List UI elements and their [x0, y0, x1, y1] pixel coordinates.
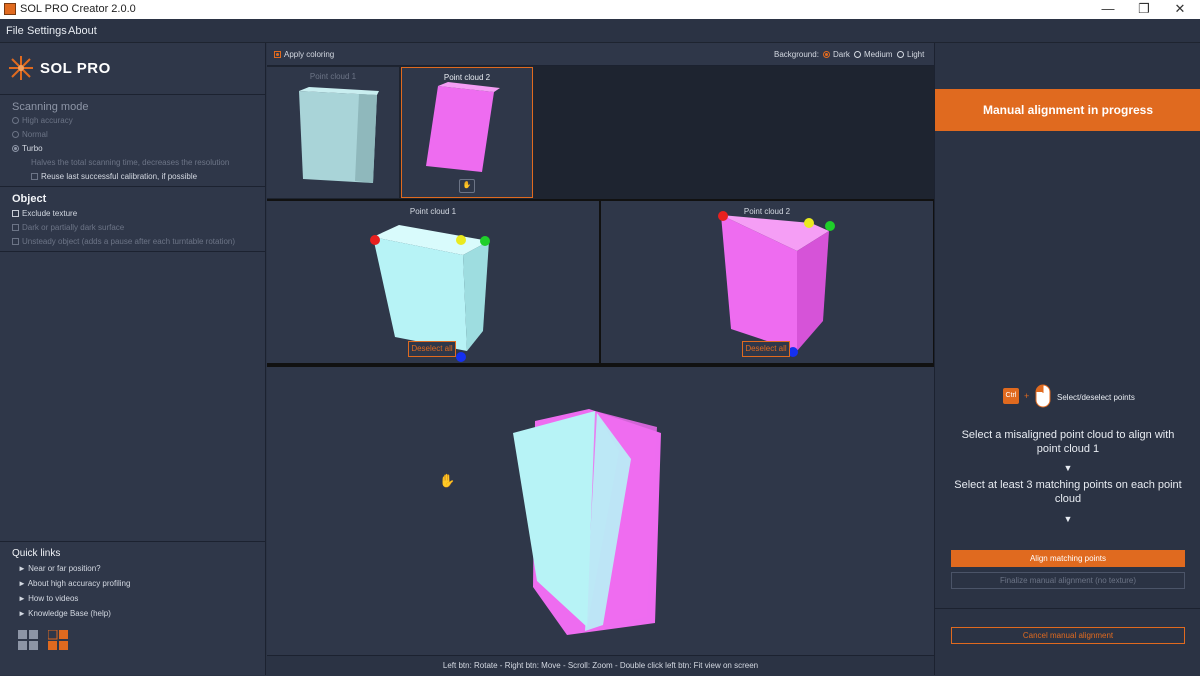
quick-link[interactable]: ► Knowledge Base (help) [18, 609, 111, 618]
background-medium-radio[interactable]: Medium [854, 50, 892, 59]
point-cloud-1-thumb-image [299, 87, 379, 183]
checkbox-icon [12, 210, 19, 217]
arrow-down-icon: ▼ [1063, 514, 1073, 524]
instruction-select-points: Select at least 3 matching points on eac… [954, 479, 1182, 505]
main-3d-view[interactable]: ✋ [267, 365, 934, 655]
view-controls: Apply coloring Background: Dark Medium L… [267, 43, 934, 66]
quick-link[interactable]: ► Near or far position? [18, 564, 101, 573]
status-hint: Left btn: Rotate - Right btn: Move - Scr… [267, 655, 934, 675]
menu-about[interactable]: About [68, 25, 97, 37]
split-layout-icon[interactable] [48, 630, 68, 650]
high-accuracy-radio[interactable]: High accuracy [12, 116, 73, 125]
sun-logo-icon [9, 56, 33, 80]
align-matching-points-button[interactable]: Align matching points [951, 550, 1185, 567]
menu-bar: File Settings About [0, 19, 1200, 43]
checkbox-icon [31, 173, 38, 180]
background-label: Background: [774, 50, 819, 59]
plus-symbol: + [1024, 391, 1030, 401]
alignment-banner: Manual alignment in progress [935, 89, 1200, 131]
checkbox-checked-icon [274, 51, 281, 58]
radio-icon [12, 117, 19, 124]
window-title: SOL PRO Creator 2.0.0 [20, 3, 136, 15]
reuse-calibration-checkbox[interactable]: Reuse last successful calibration, if po… [31, 172, 197, 181]
quick-link[interactable]: ► About high accuracy profiling [18, 579, 130, 588]
title-bar: SOL PRO Creator 2.0.0 — ❐ ✕ [0, 0, 1200, 19]
cancel-alignment-button[interactable]: Cancel manual alignment [951, 627, 1185, 644]
object-title: Object [12, 193, 47, 205]
reuse-calibration-label: Reuse last successful calibration, if po… [41, 172, 198, 181]
minimize-button[interactable]: — [1090, 0, 1126, 19]
normal-radio[interactable]: Normal [12, 130, 48, 139]
maximize-button[interactable]: ❐ [1126, 0, 1162, 19]
radio-selected-icon [823, 51, 830, 58]
medium-label: Medium [864, 50, 893, 59]
menu-file[interactable]: File [6, 25, 24, 37]
quick-link[interactable]: ► How to videos [18, 594, 78, 603]
turbo-description: Halves the total scanning time, decrease… [31, 158, 230, 167]
quick-links-title: Quick links [12, 548, 61, 559]
background-dark-radio[interactable]: Dark [823, 50, 850, 59]
point-cloud-1-render [370, 225, 490, 362]
instruction-select-cloud: Select a misaligned point cloud to align… [961, 429, 1175, 455]
exclude-texture-label: Exclude texture [22, 209, 78, 218]
hand-cursor-icon: ✋ [439, 473, 456, 488]
dark-surface-label: Dark or partially dark surface [22, 223, 125, 232]
view-point-cloud-1[interactable]: Point cloud 1 Deselect all [267, 201, 599, 363]
exclude-texture-checkbox[interactable]: Exclude texture [12, 209, 77, 218]
light-label: Light [907, 50, 925, 59]
viewer-area: Apply coloring Background: Dark Medium L… [267, 43, 934, 675]
high-accuracy-label: High accuracy [22, 116, 73, 125]
radio-selected-icon [12, 145, 19, 152]
deselect-all-button-1[interactable]: Deselect all [408, 341, 456, 357]
thumbnail-point-cloud-1[interactable]: Point cloud 1 [267, 67, 399, 198]
dark-label: Dark [833, 50, 850, 59]
logo-text: SOL PRO [40, 60, 111, 77]
scanning-mode-title: Scanning mode [12, 101, 89, 113]
checkbox-icon [12, 238, 19, 245]
close-button[interactable]: ✕ [1162, 0, 1198, 19]
app-logo-icon [4, 3, 16, 15]
quick-link-label: Knowledge Base (help) [28, 609, 111, 618]
finalize-alignment-button[interactable]: Finalize manual alignment (no texture) [951, 572, 1185, 589]
select-deselect-hint: Select/deselect points [1057, 393, 1135, 402]
quick-link-label: Near or far position? [28, 564, 101, 573]
arrow-down-icon: ▼ [1063, 463, 1073, 473]
sol-pro-logo: SOL PRO [8, 53, 258, 93]
unsteady-object-checkbox[interactable]: Unsteady object (adds a pause after each… [12, 237, 235, 246]
menu-settings[interactable]: Settings [27, 25, 67, 37]
point-cloud-2-thumb-image [426, 82, 500, 172]
grid-layout-icon[interactable] [18, 630, 38, 650]
merged-point-cloud-render [513, 409, 661, 635]
background-light-radio[interactable]: Light [897, 50, 924, 59]
right-panel: Manual alignment in progress Ctrl + Sele… [934, 43, 1200, 675]
ctrl-key-icon: Ctrl [1003, 388, 1019, 404]
unsteady-label: Unsteady object (adds a pause after each… [22, 237, 236, 246]
radio-icon [897, 51, 904, 58]
turbo-label: Turbo [22, 144, 43, 153]
quick-link-label: How to videos [28, 594, 79, 603]
dark-surface-checkbox[interactable]: Dark or partially dark surface [12, 223, 124, 232]
checkbox-icon [12, 224, 19, 231]
normal-label: Normal [22, 130, 48, 139]
radio-icon [12, 131, 19, 138]
left-panel: SOL PRO Scanning mode High accuracy Norm… [0, 43, 266, 675]
deselect-all-button-2[interactable]: Deselect all [742, 341, 790, 357]
turbo-radio[interactable]: Turbo [12, 144, 43, 153]
hand-tool-icon[interactable]: ✋ [459, 179, 475, 193]
apply-coloring-label: Apply coloring [284, 50, 335, 59]
apply-coloring-checkbox[interactable]: Apply coloring [274, 50, 334, 59]
thumbnail-point-cloud-2[interactable]: Point cloud 2 ✋ [401, 67, 533, 198]
mouse-left-click-icon [1035, 384, 1051, 408]
point-cloud-thumbnails: Point cloud 1 Point cloud 2 ✋ [267, 66, 934, 199]
comparison-views: Point cloud 1 Deselect all Point cloud 2 [267, 199, 934, 365]
point-cloud-2-render [718, 211, 835, 357]
radio-icon [854, 51, 861, 58]
view-point-cloud-2[interactable]: Point cloud 2 Deselect all [601, 201, 933, 363]
quick-link-label: About high accuracy profiling [27, 579, 131, 588]
